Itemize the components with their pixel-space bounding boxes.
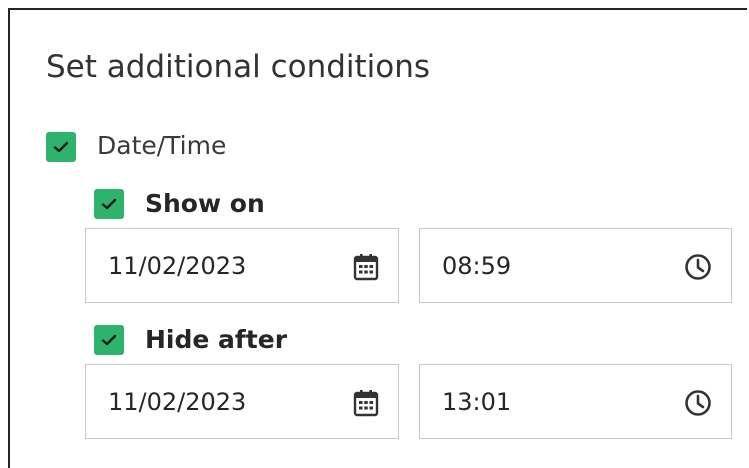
clock-icon[interactable] xyxy=(683,388,713,418)
date-time-label[interactable]: Date/Time xyxy=(97,131,226,161)
show-on-date-value[interactable]: 11/02/2023 xyxy=(108,251,246,281)
clock-icon[interactable] xyxy=(683,252,713,282)
show-on-time-value[interactable]: 08:59 xyxy=(442,251,511,281)
panel-title: Set additional conditions xyxy=(46,49,431,85)
hide-after-time-value[interactable]: 13:01 xyxy=(442,387,511,417)
hide-after-time-field[interactable]: 13:01 xyxy=(419,364,732,439)
hide-after-label[interactable]: Hide after xyxy=(145,325,287,355)
hide-after-checkbox[interactable] xyxy=(94,325,124,355)
show-on-time-field[interactable]: 08:59 xyxy=(419,228,732,303)
date-time-checkbox[interactable] xyxy=(46,132,76,162)
checkmark-icon xyxy=(101,198,117,210)
hide-after-date-field[interactable]: 11/02/2023 xyxy=(85,364,399,439)
checkmark-icon xyxy=(101,334,117,346)
calendar-icon[interactable] xyxy=(351,388,381,418)
hide-after-date-value[interactable]: 11/02/2023 xyxy=(108,387,246,417)
calendar-icon[interactable] xyxy=(351,252,381,282)
show-on-label[interactable]: Show on xyxy=(145,189,265,219)
checkmark-icon xyxy=(53,141,69,153)
show-on-date-field[interactable]: 11/02/2023 xyxy=(85,228,399,303)
show-on-checkbox[interactable] xyxy=(94,189,124,219)
